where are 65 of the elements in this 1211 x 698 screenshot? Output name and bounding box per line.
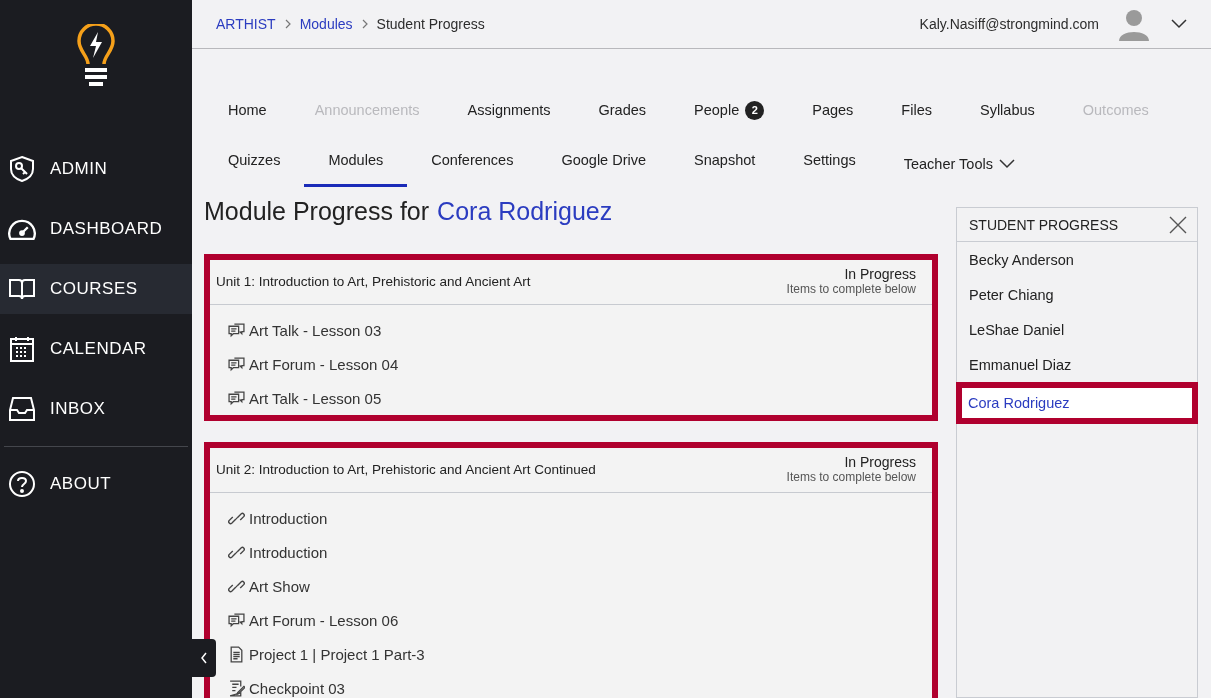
help-icon bbox=[8, 470, 36, 498]
module-item[interactable]: Art Forum - Lesson 06 bbox=[249, 611, 399, 629]
count-badge: 2 bbox=[745, 100, 765, 120]
breadcrumb-link[interactable]: ARTHIST bbox=[216, 16, 276, 32]
student-item[interactable]: Cora Rodriguez bbox=[956, 382, 1198, 424]
collapse-handle[interactable] bbox=[192, 639, 216, 677]
module-status: In Progress bbox=[844, 266, 916, 282]
discussion-icon bbox=[228, 321, 245, 339]
course-tab[interactable]: Grades bbox=[574, 85, 671, 135]
module-title: Unit 1: Introduction to Art, Prehistoric and Ancient Art bbox=[216, 273, 531, 289]
course-tab[interactable]: Teacher Tools bbox=[879, 135, 1039, 185]
calendar-icon bbox=[8, 335, 36, 363]
student-item[interactable]: Becky Anderson bbox=[957, 242, 1197, 277]
student-item[interactable]: Peter Chiang bbox=[957, 277, 1197, 312]
status-note: Items to complete below bbox=[786, 282, 916, 296]
course-tab[interactable]: Assignments bbox=[443, 85, 575, 135]
module-status: In Progress bbox=[844, 454, 916, 470]
module-item[interactable]: Art Talk - Lesson 05 bbox=[249, 389, 382, 407]
panel-title: STUDENT PROGRESS bbox=[969, 216, 1119, 233]
page-title: Module Progress for bbox=[204, 197, 430, 226]
module-item[interactable]: Project 1 | Project 1 Part-3 bbox=[249, 645, 425, 663]
discussion-icon bbox=[228, 355, 245, 373]
chevron-right-icon bbox=[283, 19, 292, 29]
chevron-right-icon bbox=[360, 19, 369, 29]
course-tab[interactable]: Conferences bbox=[407, 135, 538, 185]
course-tab[interactable]: Home bbox=[204, 85, 291, 135]
status-note: Items to complete below bbox=[786, 470, 916, 484]
module-title: Unit 2: Introduction to Art, Prehistoric and Ancient Art Continued bbox=[216, 461, 596, 477]
quiz-icon bbox=[228, 679, 245, 697]
gauge-icon bbox=[8, 218, 36, 240]
student-item[interactable]: Emmanuel Diaz bbox=[957, 347, 1197, 382]
module-item[interactable]: Introduction bbox=[249, 509, 328, 527]
nav-item[interactable]: COURSES bbox=[0, 264, 192, 314]
nav-item[interactable]: CALENDAR bbox=[0, 324, 192, 374]
course-tab[interactable]: Quizzes bbox=[204, 135, 305, 185]
module-item[interactable]: Checkpoint 03 bbox=[249, 679, 345, 697]
course-tab[interactable]: Modules bbox=[304, 135, 408, 185]
shield-key-icon bbox=[8, 155, 36, 183]
course-tab[interactable]: Google Drive bbox=[537, 135, 671, 185]
caret-icon bbox=[998, 159, 1015, 169]
breadcrumb-link[interactable]: Modules bbox=[299, 16, 353, 32]
discussion-icon bbox=[228, 389, 245, 407]
inbox-icon bbox=[8, 395, 36, 423]
course-tab[interactable]: Snapshot bbox=[670, 135, 780, 185]
module-item[interactable]: Art Forum - Lesson 04 bbox=[249, 355, 399, 373]
user-email: Kaly.Nasiff@strongmind.com bbox=[919, 16, 1099, 32]
nav-item[interactable]: ABOUT bbox=[0, 459, 192, 509]
document-icon bbox=[228, 645, 245, 663]
course-tab[interactable]: People 2 bbox=[670, 85, 789, 135]
caret-icon[interactable] bbox=[1171, 19, 1187, 29]
student-link[interactable]: Cora Rodriguez bbox=[437, 197, 613, 226]
close-icon[interactable] bbox=[1169, 215, 1187, 234]
module-item[interactable]: Art Show bbox=[249, 577, 310, 595]
breadcrumb-current: Student Progress bbox=[376, 16, 485, 32]
nav-item[interactable]: INBOX bbox=[0, 384, 192, 434]
module-item[interactable]: Art Talk - Lesson 03 bbox=[249, 321, 382, 339]
course-tab[interactable]: Files bbox=[877, 85, 956, 135]
discussion-icon bbox=[228, 611, 245, 629]
student-item[interactable]: LeShae Daniel bbox=[957, 312, 1197, 347]
nav-item[interactable]: ADMIN bbox=[0, 144, 192, 194]
module-item[interactable]: Introduction bbox=[249, 543, 328, 561]
nav-item[interactable]: DASHBOARD bbox=[0, 204, 192, 254]
course-tab[interactable]: Pages bbox=[788, 85, 878, 135]
course-tab[interactable]: Settings bbox=[779, 135, 880, 185]
course-tab[interactable]: Syllabus bbox=[955, 85, 1059, 135]
